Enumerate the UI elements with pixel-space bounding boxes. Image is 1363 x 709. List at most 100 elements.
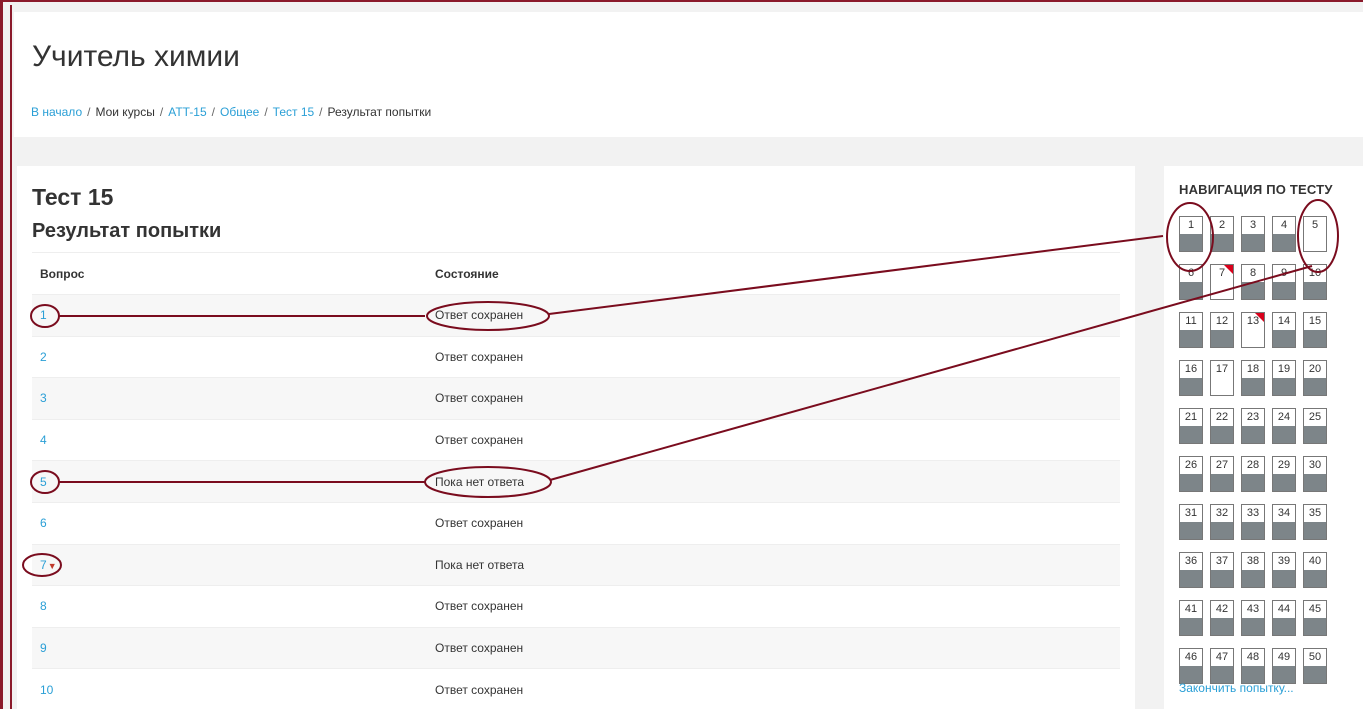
question-link[interactable]: 2 [40, 350, 47, 364]
answered-indicator [1242, 378, 1264, 395]
quiz-nav-button-27[interactable]: 27 [1210, 456, 1234, 492]
quiz-nav-button-8[interactable]: 8 [1241, 264, 1265, 300]
attempt-summary-title: Результат попытки [32, 220, 222, 242]
quiz-nav-button-label: 49 [1277, 651, 1291, 663]
quiz-nav-button-label: 47 [1215, 651, 1229, 663]
quiz-nav-button-43[interactable]: 43 [1241, 600, 1265, 636]
quiz-nav-button-33[interactable]: 33 [1241, 504, 1265, 540]
quiz-nav-button-23[interactable]: 23 [1241, 408, 1265, 444]
question-link[interactable]: 1 [40, 308, 47, 322]
question-link[interactable]: 8 [40, 599, 47, 613]
quiz-nav-button-40[interactable]: 40 [1303, 552, 1327, 588]
quiz-nav-button-50[interactable]: 50 [1303, 648, 1327, 684]
quiz-nav-button-18[interactable]: 18 [1241, 360, 1265, 396]
question-link[interactable]: 7 [40, 558, 47, 572]
answered-indicator [1273, 522, 1295, 539]
answered-indicator [1211, 570, 1233, 587]
quiz-nav-button-26[interactable]: 26 [1179, 456, 1203, 492]
quiz-nav-button-13[interactable]: 13 [1241, 312, 1265, 348]
question-number-cell: 2 [32, 336, 427, 379]
quiz-nav-button-label: 14 [1277, 315, 1291, 327]
question-status: Ответ сохранен [427, 668, 1120, 709]
quiz-nav-button-28[interactable]: 28 [1241, 456, 1265, 492]
question-link[interactable]: 3 [40, 391, 47, 405]
question-link[interactable]: 9 [40, 641, 47, 655]
quiz-nav-button-16[interactable]: 16 [1179, 360, 1203, 396]
quiz-nav-button-46[interactable]: 46 [1179, 648, 1203, 684]
quiz-nav-button-7[interactable]: 7 [1210, 264, 1234, 300]
breadcrumb-course[interactable]: ATT-15 [168, 105, 206, 119]
quiz-nav-button-48[interactable]: 48 [1241, 648, 1265, 684]
quiz-nav-button-41[interactable]: 41 [1179, 600, 1203, 636]
quiz-nav-button-49[interactable]: 49 [1272, 648, 1296, 684]
quiz-nav-button-24[interactable]: 24 [1272, 408, 1296, 444]
breadcrumb-home[interactable]: В начало [31, 105, 82, 119]
quiz-nav-button-34[interactable]: 34 [1272, 504, 1296, 540]
breadcrumb-general[interactable]: Общее [220, 105, 259, 119]
quiz-nav-button-42[interactable]: 42 [1210, 600, 1234, 636]
quiz-nav-button-19[interactable]: 19 [1272, 360, 1296, 396]
breadcrumb-quiz[interactable]: Тест 15 [273, 105, 315, 119]
column-header-question: Вопрос [32, 252, 427, 295]
quiz-nav-button-12[interactable]: 12 [1210, 312, 1234, 348]
quiz-nav-button-32[interactable]: 32 [1210, 504, 1234, 540]
quiz-nav-button-25[interactable]: 25 [1303, 408, 1327, 444]
quiz-nav-button-label: 15 [1308, 315, 1322, 327]
quiz-nav-button-label: 9 [1280, 267, 1288, 279]
answered-indicator [1211, 618, 1233, 635]
quiz-nav-button-label: 28 [1246, 459, 1260, 471]
quiz-nav-button-29[interactable]: 29 [1272, 456, 1296, 492]
quiz-nav-button-31[interactable]: 31 [1179, 504, 1203, 540]
quiz-nav-button-20[interactable]: 20 [1303, 360, 1327, 396]
answered-indicator [1242, 282, 1264, 299]
question-link[interactable]: 10 [40, 683, 53, 697]
quiz-nav-button-label: 37 [1215, 555, 1229, 567]
quiz-nav-button-label: 45 [1308, 603, 1322, 615]
question-status: Пока нет ответа [427, 544, 1120, 587]
quiz-nav-button-label: 30 [1308, 459, 1322, 471]
quiz-nav-button-label: 50 [1308, 651, 1322, 663]
quiz-nav-button-44[interactable]: 44 [1272, 600, 1296, 636]
table-row: 6 Ответ сохранен [32, 502, 1120, 545]
quiz-nav-button-label: 34 [1277, 507, 1291, 519]
quiz-nav-button-30[interactable]: 30 [1303, 456, 1327, 492]
quiz-nav-button-6[interactable]: 6 [1179, 264, 1203, 300]
quiz-nav-button-5[interactable]: 5 [1303, 216, 1327, 252]
question-status: Ответ сохранен [427, 377, 1120, 420]
quiz-nav-button-37[interactable]: 37 [1210, 552, 1234, 588]
question-number-cell: 3 [32, 377, 427, 420]
answered-indicator [1304, 522, 1326, 539]
quiz-nav-button-36[interactable]: 36 [1179, 552, 1203, 588]
quiz-nav-button-10[interactable]: 10 [1303, 264, 1327, 300]
answered-indicator [1304, 666, 1326, 683]
quiz-nav-button-label: 24 [1277, 411, 1291, 423]
quiz-nav-button-4[interactable]: 4 [1272, 216, 1296, 252]
quiz-nav-button-35[interactable]: 35 [1303, 504, 1327, 540]
quiz-nav-button-45[interactable]: 45 [1303, 600, 1327, 636]
quiz-nav-button-label: 8 [1249, 267, 1257, 279]
quiz-nav-button-17[interactable]: 17 [1210, 360, 1234, 396]
quiz-nav-button-22[interactable]: 22 [1210, 408, 1234, 444]
quiz-nav-button-2[interactable]: 2 [1210, 216, 1234, 252]
answered-indicator [1211, 474, 1233, 491]
quiz-nav-button-3[interactable]: 3 [1241, 216, 1265, 252]
question-link[interactable]: 6 [40, 516, 47, 530]
quiz-nav-button-47[interactable]: 47 [1210, 648, 1234, 684]
quiz-nav-button-14[interactable]: 14 [1272, 312, 1296, 348]
quiz-nav-button-39[interactable]: 39 [1272, 552, 1296, 588]
quiz-nav-button-11[interactable]: 11 [1179, 312, 1203, 348]
quiz-nav-button-label: 12 [1215, 315, 1229, 327]
answered-indicator [1273, 330, 1295, 347]
quiz-nav-button-1[interactable]: 1 [1179, 216, 1203, 252]
frame-border-top [0, 0, 1363, 2]
finish-attempt-link[interactable]: Закончить попытку... [1179, 681, 1294, 695]
quiz-nav-button-9[interactable]: 9 [1272, 264, 1296, 300]
question-link[interactable]: 4 [40, 433, 47, 447]
quiz-nav-button-15[interactable]: 15 [1303, 312, 1327, 348]
quiz-nav-button-38[interactable]: 38 [1241, 552, 1265, 588]
frame-border-inner [10, 5, 12, 709]
question-link[interactable]: 5 [40, 475, 47, 489]
table-row: 5 Пока нет ответа [32, 460, 1120, 503]
quiz-nav-button-label: 38 [1246, 555, 1260, 567]
quiz-nav-button-21[interactable]: 21 [1179, 408, 1203, 444]
